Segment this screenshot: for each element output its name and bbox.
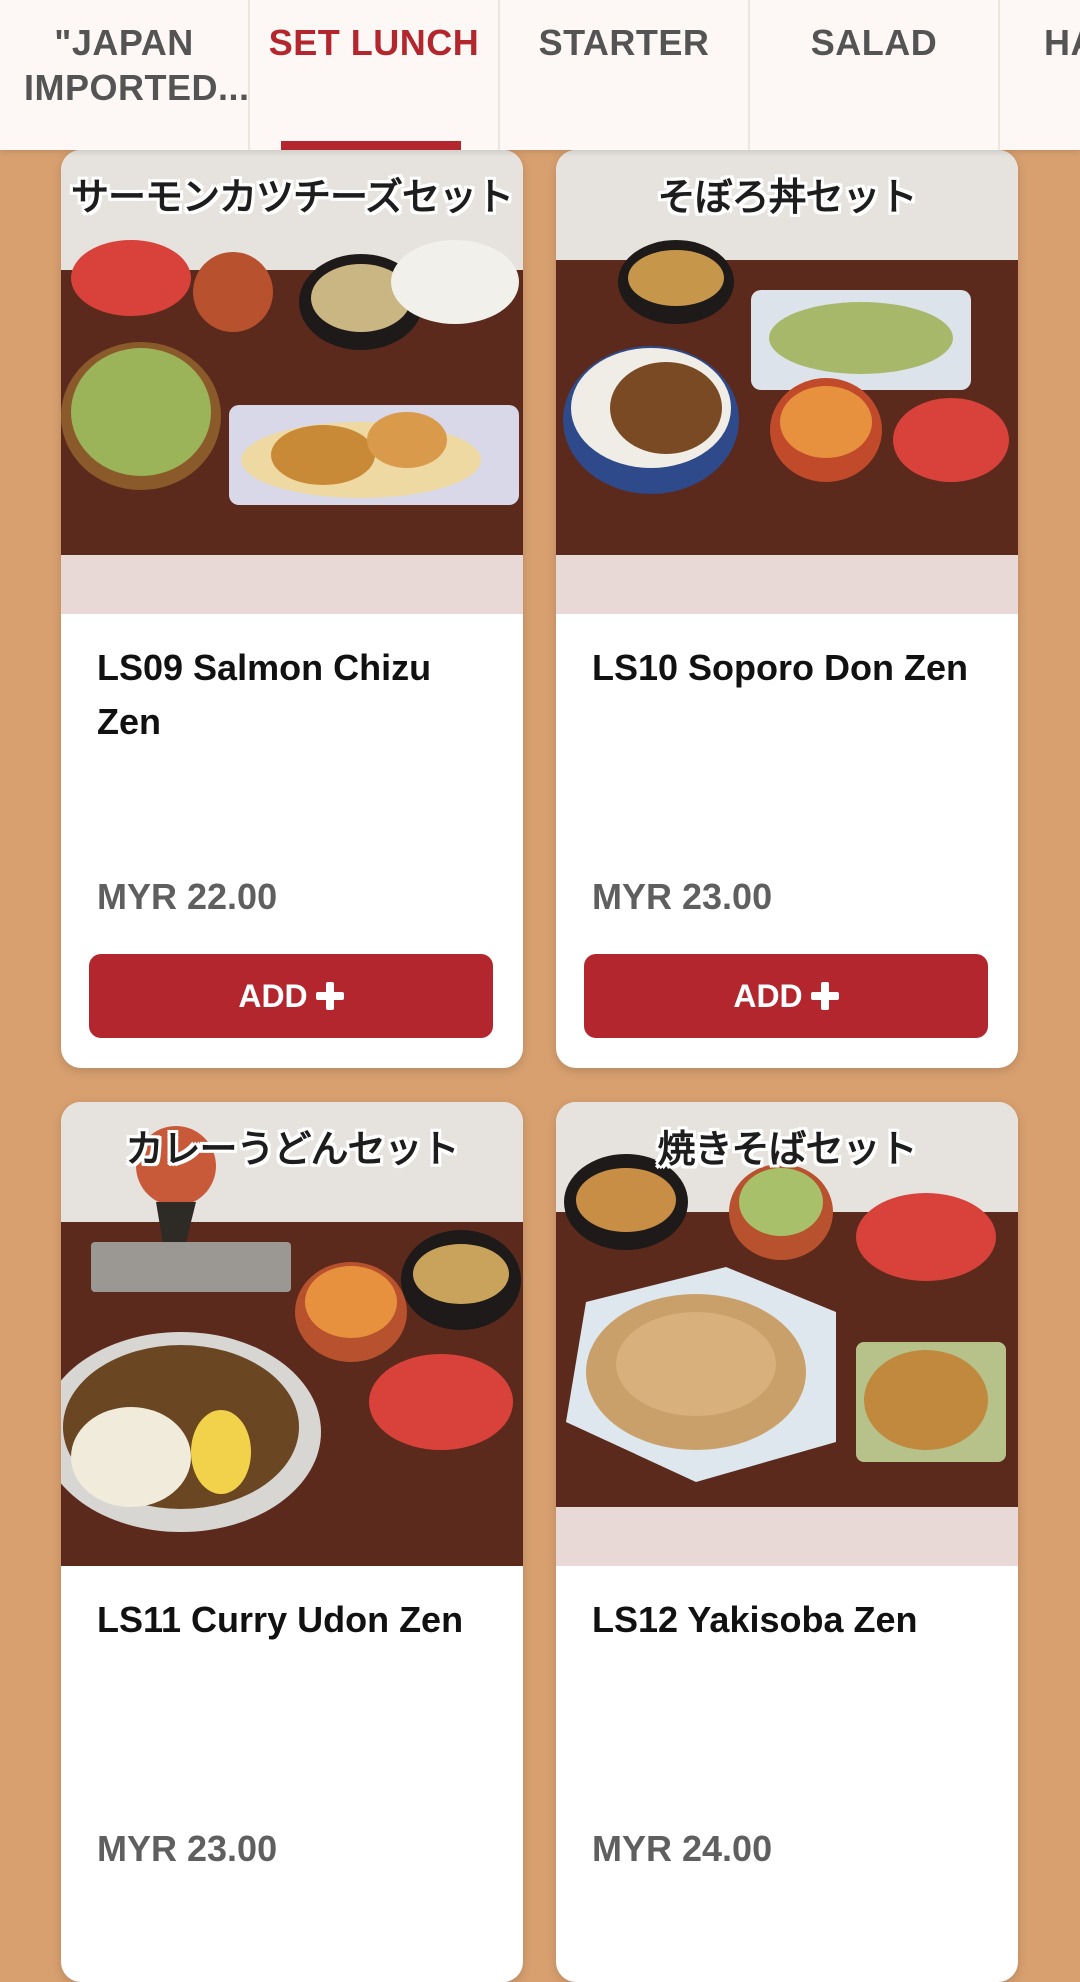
product-name: LS12 Yakisoba Zen [592,1599,918,1640]
product-name: LS10 Soporo Don Zen [592,647,969,688]
product-photo: カレーうどんセット [61,1102,523,1566]
photo-caption: そぼろ丼セット [657,175,917,219]
product-card[interactable]: 焼きそばセット LS12 Yakisoba Zen MYR 24.00 [556,1102,1018,1982]
product-card[interactable]: そぼろ丼セット LS10 Soporo Don Zen MYR 23.00 AD… [556,150,1018,1068]
add-to-cart-button[interactable]: ADD [89,954,493,1038]
photo-caption: 焼きそばセット [657,1127,917,1171]
product-photo: サーモンカツチーズセット [61,150,523,614]
tab-label: SALAD [810,22,938,63]
product-name: LS11 Curry Udon Zen [97,1599,464,1640]
photo-caption: サーモンカツチーズセット [70,175,514,219]
tab-label: "JAPAN IMPORTED... [24,22,250,108]
product-card[interactable]: カレーうどんセット LS11 Curry Udon Zen MYR 23.00 [61,1102,523,1982]
product-price: MYR 24.00 [592,1828,773,1869]
active-tab-indicator [281,141,461,150]
category-tab-bar: "JAPAN IMPORTED... SET LUNCH STARTER SAL… [0,0,1080,150]
tab-starter[interactable]: STARTER [500,0,750,150]
tab-label: STARTER [538,22,710,63]
tab-salad[interactable]: SALAD [750,0,1000,150]
tab-japan-imported[interactable]: "JAPAN IMPORTED... [0,0,250,150]
photo-caption: カレーうどんセット [125,1127,459,1171]
add-button-label: ADD [733,977,803,1014]
product-price: MYR 23.00 [592,876,773,917]
product-price: MYR 23.00 [97,1828,278,1869]
tab-ha[interactable]: HA [1000,0,1080,150]
tab-label: HA [1044,22,1080,63]
tab-set-lunch[interactable]: SET LUNCH [250,0,500,150]
product-card[interactable]: サーモンカツチーズセット LS09 Salmon Chizu Zen MYR 2… [61,150,523,1068]
tab-label: SET LUNCH [268,22,480,63]
product-name: LS09 Salmon Chizu Zen [97,647,432,742]
add-to-cart-button[interactable]: ADD [584,954,988,1038]
product-photo: そぼろ丼セット [556,150,1018,614]
plus-icon [315,982,344,1010]
add-button-label: ADD [238,977,308,1014]
plus-icon [810,982,839,1010]
product-price: MYR 22.00 [97,876,278,917]
product-photo: 焼きそばセット [556,1102,1018,1566]
